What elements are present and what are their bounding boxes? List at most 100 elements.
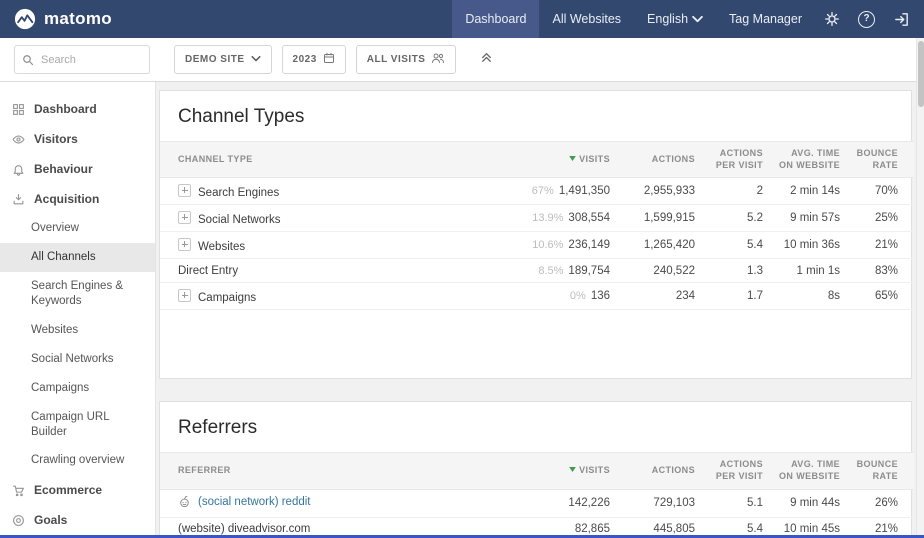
sidebar-item-all-channels[interactable]: All Channels xyxy=(0,243,155,272)
col-actions-per-visit[interactable]: Actions per Visit xyxy=(711,142,779,178)
sidebar-item-label: Campaigns xyxy=(31,381,89,396)
row-label[interactable]: Websites xyxy=(198,241,245,253)
sidebar-item-campaigns[interactable]: Campaigns xyxy=(0,374,155,403)
sign-out-button[interactable] xyxy=(884,0,924,38)
search-box xyxy=(14,45,150,74)
col-actions[interactable]: Actions xyxy=(626,453,711,489)
chevron-down-icon xyxy=(251,54,261,65)
sidebar-item-visitors[interactable]: Visitors xyxy=(0,124,155,154)
segment-selector-button[interactable]: ALL VISITS xyxy=(356,45,457,74)
site-selector-button[interactable]: DEMO SITE xyxy=(174,45,272,74)
bell-icon xyxy=(12,163,25,176)
visits-share: 8.5% xyxy=(538,265,563,277)
page-scrollbar[interactable] xyxy=(916,38,924,538)
sidebar-item-acquisition[interactable]: Acquisition xyxy=(0,184,155,214)
nav-dashboard[interactable]: Dashboard xyxy=(452,0,539,38)
nav-tag-manager[interactable]: Tag Manager xyxy=(716,0,815,38)
sidebar-item-label: Acquisition xyxy=(34,192,99,206)
visits-value: 1,491,350 xyxy=(559,185,610,197)
actions-per-visit-value: 5.1 xyxy=(711,489,779,517)
table-row[interactable]: Websites 10.6%236,149 1,265,420 5.4 10 m… xyxy=(160,232,914,259)
avg-time-value: 9 min 44s xyxy=(779,489,856,517)
col-visits[interactable]: Visits xyxy=(506,142,626,178)
search-input[interactable] xyxy=(14,45,150,74)
brand-name: matomo xyxy=(44,9,112,29)
referrers-table: Referrer Visits Actions Actions per Visi… xyxy=(160,452,914,538)
sidebar-item-overview[interactable]: Overview xyxy=(0,214,155,243)
sidebar-item-crawling-overview[interactable]: Crawling overview xyxy=(0,446,155,475)
sidebar-item-label: Visitors xyxy=(34,132,78,146)
help-button[interactable]: ? xyxy=(849,0,884,38)
col-visits[interactable]: Visits xyxy=(506,453,626,489)
expand-icon[interactable] xyxy=(178,184,191,197)
sidebar-item-behaviour[interactable]: Behaviour xyxy=(0,154,155,184)
bounce-rate-value: 26% xyxy=(856,489,914,517)
actions-per-visit-value: 1.7 xyxy=(711,283,779,310)
table-row[interactable]: Campaigns 0%136 234 1.7 8s 65% xyxy=(160,283,914,310)
col-actions[interactable]: Actions xyxy=(626,142,711,178)
nav-language-selector[interactable]: English xyxy=(634,0,716,38)
help-icon: ? xyxy=(858,11,875,28)
table-row[interactable]: Social Networks 13.9%308,554 1,599,915 5… xyxy=(160,205,914,232)
sidebar-item-websites[interactable]: Websites xyxy=(0,316,155,345)
actions-value: 1,265,420 xyxy=(626,232,711,259)
avg-time-value: 8s xyxy=(779,283,856,310)
table-row[interactable]: Search Engines 67%1,491,350 2,955,933 2 … xyxy=(160,178,914,205)
double-chevron-up-icon xyxy=(480,51,493,69)
sidebar-item-label: Behaviour xyxy=(34,162,93,176)
nav-all-websites[interactable]: All Websites xyxy=(539,0,634,38)
referrers-widget: Referrers Referrer Visits Actions Action… xyxy=(159,401,912,538)
expand-icon[interactable] xyxy=(178,238,191,251)
col-channel-type[interactable]: Channel Type xyxy=(160,142,506,178)
row-label[interactable]: Search Engines xyxy=(198,187,279,199)
actions-per-visit-value: 1.3 xyxy=(711,259,779,283)
actions-value: 1,599,915 xyxy=(626,205,711,232)
row-label[interactable]: Direct Entry xyxy=(178,265,238,277)
col-bounce-rate[interactable]: Bounce Rate xyxy=(856,453,914,489)
sidebar-item-ecommerce[interactable]: Ecommerce xyxy=(0,475,155,505)
sidebar-item-dashboard[interactable]: Dashboard xyxy=(0,94,155,124)
sidebar-item-label: All Channels xyxy=(31,250,96,265)
sidebar-item-label: Crawling overview xyxy=(31,453,124,468)
scrollbar-thumb[interactable] xyxy=(918,41,924,107)
sidebar-item-label: Social Networks xyxy=(31,352,113,367)
table-row[interactable]: Direct Entry 8.5%189,754 240,522 1.3 1 m… xyxy=(160,259,914,283)
visits-value: 308,554 xyxy=(568,212,610,224)
sidebar-item-label: Campaign URL Builder xyxy=(31,410,143,440)
matomo-logo[interactable]: matomo xyxy=(14,8,112,30)
sidebar-item-search-engines-keywords[interactable]: Search Engines & Keywords xyxy=(0,272,155,316)
referrer-label[interactable]: (website) diveadvisor.com xyxy=(178,523,310,535)
actions-value: 234 xyxy=(626,283,711,310)
language-label: English xyxy=(647,12,688,26)
sidebar-item-label: Goals xyxy=(34,513,67,527)
bounce-rate-value: 21% xyxy=(856,232,914,259)
table-row[interactable]: (social network) reddit 142,226 729,103 … xyxy=(160,489,914,517)
expand-icon[interactable] xyxy=(178,289,191,302)
sidebar-item-goals[interactable]: Goals xyxy=(0,505,155,535)
card-footer-spacer xyxy=(160,310,911,344)
referrer-link[interactable]: (social network) reddit xyxy=(198,496,310,508)
sidebar-item-campaign-url-builder[interactable]: Campaign URL Builder xyxy=(0,403,155,447)
col-actions-per-visit[interactable]: Actions per Visit xyxy=(711,453,779,489)
col-bounce-rate[interactable]: Bounce Rate xyxy=(856,142,914,178)
col-avg-time[interactable]: Avg. Time on Website xyxy=(779,453,856,489)
period-selector-button[interactable]: 2023 xyxy=(282,45,346,74)
calendar-icon xyxy=(323,52,335,67)
sidebar-item-label: Overview xyxy=(31,221,79,236)
col-referrer[interactable]: Referrer xyxy=(160,453,506,489)
channel-types-widget: Channel Types Channel Type Visits Action… xyxy=(159,90,912,379)
settings-button[interactable] xyxy=(815,0,849,38)
period-label: 2023 xyxy=(293,54,317,65)
row-label[interactable]: Social Networks xyxy=(198,214,280,226)
chevron-down-icon xyxy=(692,16,703,23)
row-label[interactable]: Campaigns xyxy=(198,292,256,304)
sidebar: Dashboard Visitors Behaviour xyxy=(0,82,156,538)
expand-icon[interactable] xyxy=(178,211,191,224)
visits-share: 67% xyxy=(532,185,554,197)
sort-desc-icon xyxy=(569,467,576,472)
sidebar-item-social-networks[interactable]: Social Networks xyxy=(0,345,155,374)
col-avg-time[interactable]: Avg. Time on Website xyxy=(779,142,856,178)
collapse-toolbar-button[interactable] xyxy=(480,51,493,69)
channel-types-table: Channel Type Visits Actions Actions per … xyxy=(160,141,914,310)
table-header-row: Referrer Visits Actions Actions per Visi… xyxy=(160,453,914,489)
